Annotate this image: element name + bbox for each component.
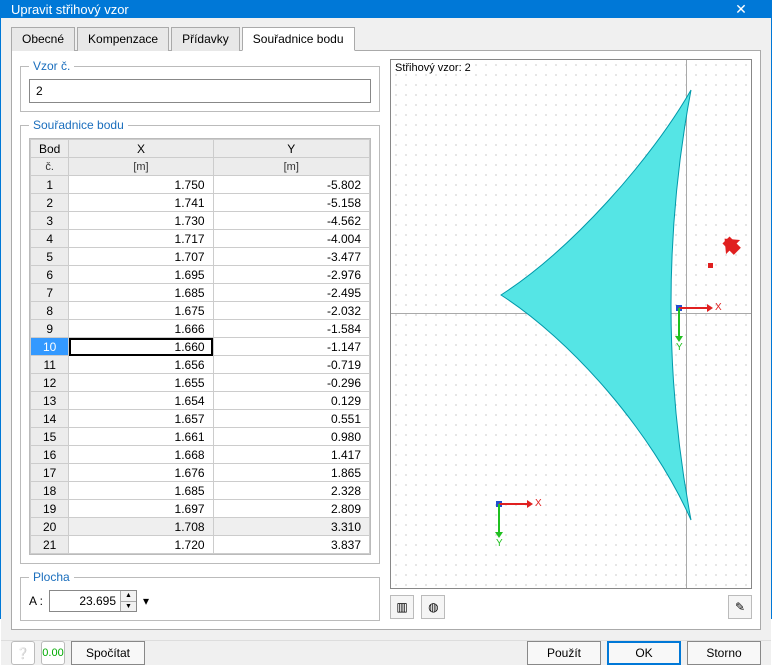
view-tool-1-icon[interactable]: ▥ [390,595,414,619]
table-row[interactable]: 11.750-5.802 [31,176,370,194]
spin-up-icon[interactable]: ▲ [121,591,136,602]
vzor-legend: Vzor č. [29,59,74,73]
coords-fieldset: Souřadnice bodu Bod X Y č. [20,118,380,564]
plocha-fieldset: Plocha A : ▲ ▼ ▾ [20,570,380,621]
spin-down-icon[interactable]: ▼ [121,602,136,612]
plocha-value[interactable] [50,591,120,611]
highlight-point [708,263,713,268]
tabs: ObecnéKompenzacePřídavkySouřadnice bodu [11,26,761,51]
coord-system-main: X Y [679,308,729,358]
table-row[interactable]: 71.685-2.495 [31,284,370,302]
plocha-label: A : [29,594,43,608]
table-row[interactable]: 131.6540.129 [31,392,370,410]
table-row[interactable]: 161.6681.417 [31,446,370,464]
tab-2[interactable]: Přídavky [171,27,240,51]
print-tool-icon[interactable]: ✎ [728,595,752,619]
col-y: Y [213,140,369,158]
window-title: Upravit střihový vzor [11,2,129,17]
view-tool-2-icon[interactable]: ◍ [421,595,445,619]
table-row[interactable]: 51.707-3.477 [31,248,370,266]
compute-button[interactable]: Spočítat [71,641,145,665]
table-row[interactable]: 61.695-2.976 [31,266,370,284]
coords-table: Bod X Y č. [m] [m] 11.750-5.80 [30,139,370,554]
table-row[interactable]: 201.7083.310 [31,518,370,536]
coords-table-scroll[interactable]: Bod X Y č. [m] [m] 11.750-5.80 [29,138,371,555]
coords-legend: Souřadnice bodu [29,118,128,132]
close-icon[interactable]: ✕ [721,1,761,18]
table-row[interactable]: 111.656-0.719 [31,356,370,374]
vzor-fieldset: Vzor č. [20,59,380,112]
table-row[interactable]: 171.6761.865 [31,464,370,482]
plocha-unit-dropdown[interactable]: ▾ [143,594,149,608]
col-x: X [69,140,213,158]
table-row[interactable]: 81.675-2.032 [31,302,370,320]
plocha-legend: Plocha [29,570,74,584]
preview-canvas[interactable]: Střihový vzor: 2 X Y X Y [390,59,752,589]
table-row[interactable]: 91.666-1.584 [31,320,370,338]
coord-system-legend: X Y [499,504,539,544]
table-row[interactable]: 101.660-1.147 [31,338,370,356]
canvas-title: Střihový vzor: 2 [395,62,471,74]
table-row[interactable]: 181.6852.328 [31,482,370,500]
tab-0[interactable]: Obecné [11,27,75,51]
table-row[interactable]: 191.6972.809 [31,500,370,518]
table-row[interactable]: 41.717-4.004 [31,230,370,248]
table-row[interactable]: 141.6570.551 [31,410,370,428]
help-icon[interactable]: ❔ [11,641,35,665]
col-bod: Bod [31,140,69,158]
cancel-button[interactable]: Storno [687,641,761,665]
table-row[interactable]: 211.7203.837 [31,536,370,554]
titlebar: Upravit střihový vzor ✕ [1,1,771,18]
apply-button[interactable]: Použít [527,641,601,665]
plocha-spinner[interactable]: ▲ ▼ [49,590,137,612]
tab-1[interactable]: Kompenzace [77,27,169,51]
table-row[interactable]: 151.6610.980 [31,428,370,446]
tab-3[interactable]: Souřadnice bodu [242,27,355,51]
ok-button[interactable]: OK [607,641,681,665]
pattern-shape [391,60,751,550]
units-icon[interactable]: 0.00 [41,641,65,665]
table-row[interactable]: 21.741-5.158 [31,194,370,212]
vzor-input[interactable] [29,79,371,103]
table-row[interactable]: 121.655-0.296 [31,374,370,392]
table-row[interactable]: 31.730-4.562 [31,212,370,230]
